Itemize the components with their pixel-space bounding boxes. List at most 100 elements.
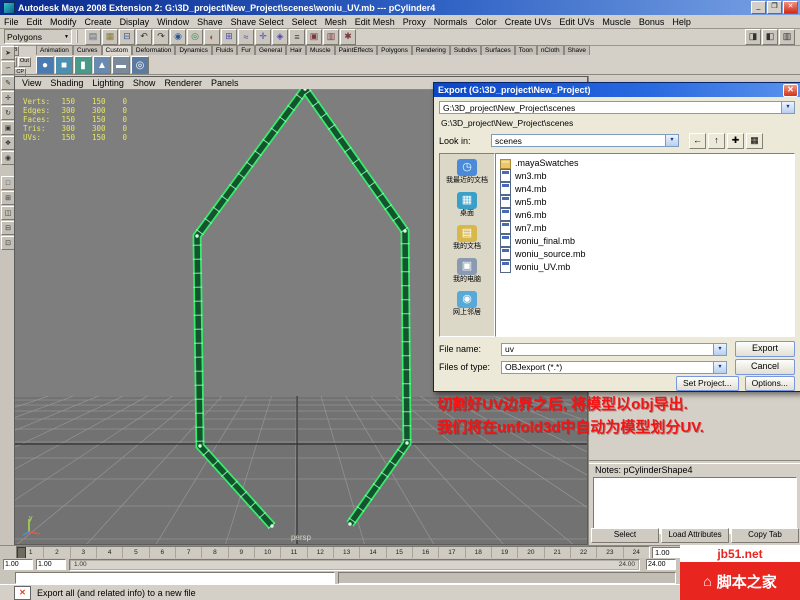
attribute-editor-button[interactable]: Select [591,528,659,543]
status-icon[interactable]: ⊞ [221,28,237,45]
files-of-type-combo[interactable]: OBJexport (*.*) ▼ [501,360,727,374]
menu-item[interactable]: Select [288,17,321,27]
status-icon[interactable]: ◉ [170,28,186,45]
set-project-button[interactable]: Set Project... [675,376,739,391]
status-icon[interactable]: ◈ [272,28,288,45]
menu-item[interactable]: Window [153,17,193,27]
panel-toggle-icon[interactable]: ◧ [762,28,778,45]
shelf-tab[interactable]: Hair [286,45,306,55]
shelf-quick-button[interactable]: Out [18,57,31,67]
toolbox-tool-icon[interactable]: ▣ [1,121,15,135]
shelf-icon[interactable]: ▬ [112,56,130,74]
panel-menu-item[interactable]: View [22,78,41,88]
menu-item[interactable]: Proxy [399,17,430,27]
shelf-tab[interactable]: Surfaces [481,45,515,55]
file-list-item[interactable]: .mayaSwatches [500,156,790,169]
panel-menu-item[interactable]: Shading [50,78,83,88]
shelf-tab[interactable]: Toon [514,45,537,55]
menu-item[interactable]: Modify [46,17,81,27]
attribute-editor-button[interactable]: Copy Tab [731,528,799,543]
export-button[interactable]: Export [735,341,795,357]
panel-menu-item[interactable]: Renderer [164,78,202,88]
menu-item[interactable]: Create UVs [501,17,556,27]
dialog-close-icon[interactable]: ✕ [783,83,798,97]
places-item[interactable]: ◷ 我最近的文档 [440,159,494,185]
shelf-tab[interactable]: Muscle [306,45,335,55]
shelf-icon[interactable]: ▲ [93,56,111,74]
menu-set-selector[interactable]: Polygons ▼ [4,29,72,44]
shelf-tab[interactable]: Rendering [411,45,450,55]
shelf-tab[interactable]: Subdivs [449,45,482,55]
toolbox-tool-icon[interactable]: ➤ [1,46,15,60]
file-list-item[interactable]: wn3.mb [500,169,790,182]
layout-shortcut-icon[interactable]: ⊞ [1,191,15,205]
chevron-down-icon[interactable]: ▼ [781,102,794,113]
chevron-down-icon[interactable]: ▼ [713,361,726,373]
dialog-toolbar-icon[interactable]: ▦ [746,132,763,149]
menu-item[interactable]: Shave [193,17,227,27]
panel-menu-item[interactable]: Panels [211,78,239,88]
toolbox-tool-icon[interactable]: ✛ [1,91,15,105]
status-icon[interactable]: ▦ [102,28,118,45]
layout-shortcut-icon[interactable]: ⊟ [1,221,15,235]
places-item[interactable]: ▣ 我的电脑 [440,258,494,284]
shelf-tab[interactable]: Fur [237,45,255,55]
status-icon[interactable]: ▣ [306,28,322,45]
shelf-icon[interactable]: ▮ [74,56,92,74]
project-path-combo[interactable]: G:\3D_project\New_Project\scenes ▼ [439,101,795,114]
animation-start-field[interactable]: 1.00 [36,559,66,570]
panel-menu-item[interactable]: Lighting [92,78,124,88]
status-icon[interactable]: ✛ [255,28,271,45]
file-list-item[interactable]: wn6.mb [500,208,790,221]
close-button[interactable]: ✕ [783,1,798,14]
maximize-button[interactable]: ❐ [767,1,782,14]
status-icon[interactable]: ↷ [153,28,169,45]
toolbox-tool-icon[interactable]: ❖ [1,136,15,150]
chevron-down-icon[interactable]: ▼ [713,343,726,355]
menu-item[interactable]: Shave Select [227,17,288,27]
panel-menu-item[interactable]: Show [133,78,156,88]
status-icon[interactable]: ↶ [136,28,152,45]
notes-textarea[interactable] [593,477,797,534]
shelf-tab[interactable]: General [254,45,287,55]
status-icon[interactable]: ⊟ [119,28,135,45]
look-in-combo[interactable]: scenes ▼ [491,134,679,147]
range-slider-handle[interactable]: 1.00 24.00 [71,560,638,569]
options-button[interactable]: Options... [744,376,795,391]
layout-shortcut-icon[interactable]: □ [1,176,15,190]
menu-item[interactable]: Create [81,17,116,27]
file-list-item[interactable]: woniu_source.mb [500,247,790,260]
dialog-toolbar-icon[interactable]: ← [689,132,706,149]
menu-item[interactable]: Display [116,17,154,27]
status-icon[interactable]: ◎ [187,28,203,45]
shelf-icon[interactable]: ◎ [131,56,149,74]
attribute-editor-button[interactable]: Load Attributes [661,528,729,543]
menu-item[interactable]: Edit [23,17,47,27]
status-icon[interactable]: ▤ [85,28,101,45]
places-item[interactable]: ◉ 网上邻居 [440,291,494,317]
toolbox-tool-icon[interactable]: ◉ [1,151,15,165]
shelf-tab[interactable]: nCloth [536,45,564,55]
panel-toggle-icon[interactable]: ◨ [745,28,761,45]
toolbar-separator[interactable] [76,30,81,43]
shelf-tab[interactable]: Curves [72,45,102,55]
playback-start-field[interactable]: 1.00 [3,559,33,570]
status-icon[interactable]: ◐ [204,28,220,45]
toolbox-tool-icon[interactable]: ∽ [1,61,15,75]
menu-item[interactable]: Normals [430,17,472,27]
command-input[interactable] [15,571,335,584]
minimize-button[interactable]: _ [751,1,766,14]
panel-toggle-icon[interactable]: ▥ [779,28,795,45]
status-icon[interactable]: ≈ [238,28,254,45]
cancel-button[interactable]: Cancel [735,359,795,375]
layout-shortcut-icon[interactable]: ◫ [1,206,15,220]
file-name-input[interactable]: uv ▼ [501,342,727,356]
shelf-tab[interactable]: Animation [36,45,73,55]
file-list[interactable]: .mayaSwatches wn3.mb wn4.mb wn5.mb wn6.m… [495,153,795,337]
menu-item[interactable]: Bonus [635,17,669,27]
places-item[interactable]: ▤ 我的文档 [440,225,494,251]
file-list-item[interactable]: wn4.mb [500,182,790,195]
shelf-tab[interactable]: Fluids [211,45,238,55]
layout-shortcut-icon[interactable]: ⊡ [1,236,15,250]
shelf-icon[interactable]: ■ [55,56,73,74]
